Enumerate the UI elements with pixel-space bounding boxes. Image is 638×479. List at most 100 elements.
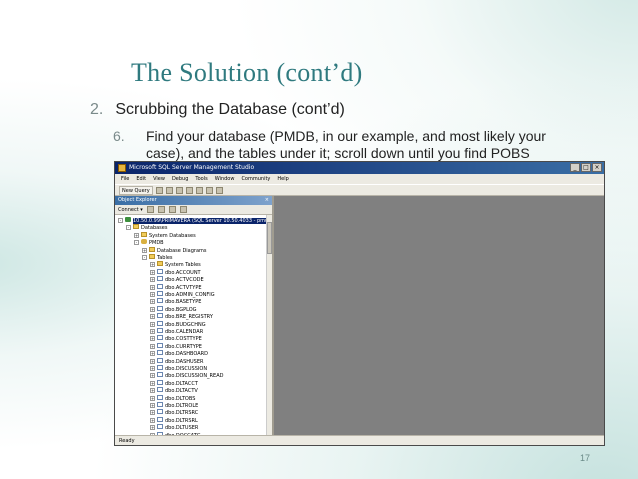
expand-icon[interactable]: + [150, 329, 155, 334]
tree-node[interactable]: - PMDB [134, 239, 164, 246]
collapse-icon[interactable]: - [118, 218, 123, 223]
close-icon[interactable]: × [265, 196, 269, 205]
tree-node-label: dbo.ADMIN_CONFIG [165, 292, 215, 298]
tree-node[interactable]: + dbo.ACCOUNT [150, 268, 201, 276]
tree-node[interactable]: + dbo.DLTACTV [150, 387, 198, 394]
toolbar-icon[interactable] [165, 186, 173, 194]
close-icon[interactable]: × [592, 163, 602, 172]
tree-node[interactable]: + dbo.ADMIN_CONFIG [150, 291, 215, 298]
tree-node[interactable]: + dbo.BUDGCHNG [150, 320, 206, 328]
table-icon [157, 342, 163, 348]
menu-item[interactable]: Tools [195, 174, 207, 184]
expand-icon[interactable]: + [150, 299, 155, 305]
expand-icon[interactable]: + [150, 284, 155, 290]
toolbar-icon[interactable] [205, 186, 213, 194]
toolbar-icon[interactable] [157, 206, 165, 213]
connect-button[interactable]: Connect ▾ [118, 205, 143, 215]
table-icon [157, 357, 163, 363]
expand-icon[interactable]: + [150, 410, 155, 416]
menu-item[interactable]: Debug [172, 174, 188, 184]
expand-icon[interactable]: + [150, 351, 155, 357]
expand-icon[interactable]: + [150, 262, 155, 268]
tree-node[interactable]: + dbo.ACTVCODE [150, 276, 204, 283]
object-explorer-panel: Object Explorer × Connect ▾ -10.50.0.99\… [115, 196, 274, 437]
expand-icon[interactable]: + [150, 373, 155, 379]
toolbar-icon[interactable] [175, 186, 183, 194]
collapse-icon[interactable]: - [142, 255, 147, 260]
tree-node[interactable]: + dbo.BRE_REGISTRY [150, 313, 213, 320]
tree-node[interactable]: + dbo.DASHUSER [150, 357, 204, 365]
tree-node[interactable]: - Databases [126, 224, 167, 231]
minimize-icon[interactable]: _ [570, 163, 580, 172]
expand-icon[interactable]: + [150, 306, 155, 312]
menu-item[interactable]: Window [215, 174, 235, 184]
expand-icon[interactable]: + [150, 269, 155, 275]
expand-icon[interactable]: + [150, 403, 155, 408]
tree-node[interactable]: + dbo.DASHBOARD [150, 350, 208, 357]
toolbar-icon[interactable] [195, 186, 203, 194]
expand-icon[interactable]: + [150, 417, 155, 423]
tree-node[interactable]: + System Databases [134, 231, 196, 239]
tree-node[interactable]: + dbo.BGPLOG [150, 305, 197, 313]
menu-item[interactable]: File [121, 174, 129, 184]
expand-icon[interactable]: + [150, 380, 155, 386]
tree-node[interactable]: + dbo.DLTRSRL [150, 416, 198, 424]
tree-node[interactable]: + System Tables [150, 261, 201, 268]
table-icon [157, 372, 163, 378]
tree-node[interactable]: - Tables [142, 254, 173, 261]
tree-node[interactable]: + dbo.DISCUSSION [150, 365, 207, 372]
tree-node[interactable]: + dbo.BASETYPE [150, 298, 201, 305]
table-icon [157, 291, 163, 296]
expand-icon[interactable]: + [150, 358, 155, 364]
menu-item[interactable]: Edit [136, 174, 146, 184]
object-explorer-toolbar: Connect ▾ [115, 205, 272, 215]
menu-item[interactable]: Help [277, 174, 288, 184]
menu-item[interactable]: View [153, 174, 165, 184]
tree-node[interactable]: - 10.50.0.99\PRIMAVERA (SQL Server 10.50.… [118, 217, 272, 224]
collapse-icon[interactable]: - [134, 240, 139, 246]
tree-node-label: dbo.DLTOBS [165, 395, 196, 402]
vertical-scrollbar[interactable] [266, 215, 272, 437]
toolbar: New Query [115, 184, 604, 196]
tree-node-label: dbo.CURRTYPE [165, 343, 202, 350]
save-icon[interactable] [185, 186, 193, 194]
tree-node[interactable]: + dbo.CURRTYPE [150, 342, 202, 350]
tree-node[interactable]: + dbo.DLTOBS [150, 394, 196, 402]
tree-node[interactable]: + dbo.DLTUSER [150, 424, 198, 431]
toolbar-icon[interactable] [215, 186, 223, 194]
expand-icon[interactable]: + [150, 395, 155, 401]
toolbar-icon[interactable] [155, 186, 163, 194]
new-query-button[interactable]: New Query [119, 185, 153, 195]
expand-icon[interactable]: + [150, 277, 155, 283]
expand-icon[interactable]: + [134, 232, 139, 238]
server-icon [125, 217, 131, 222]
table-icon [157, 328, 163, 333]
expand-icon[interactable]: + [150, 366, 155, 371]
scrollbar-thumb[interactable] [267, 222, 272, 254]
tree-node[interactable]: + dbo.DLTRSRC [150, 409, 198, 416]
tree-node[interactable]: + Database Diagrams [142, 246, 207, 254]
tree-node-label: dbo.BASETYPE [165, 299, 202, 306]
expand-icon[interactable]: + [150, 425, 155, 431]
expand-icon[interactable]: + [142, 247, 147, 253]
collapse-icon[interactable]: - [126, 225, 131, 231]
table-icon [157, 268, 163, 274]
tree-node[interactable]: + dbo.DISCUSSION_READ [150, 372, 223, 379]
expand-icon[interactable]: + [150, 314, 155, 320]
maximize-icon[interactable]: □ [581, 163, 591, 172]
table-icon [157, 416, 163, 422]
refresh-icon[interactable] [179, 206, 187, 213]
toolbar-icon[interactable] [146, 206, 154, 213]
menu-item[interactable]: Community [241, 174, 270, 184]
tree-node[interactable]: + dbo.DLTROLE [150, 402, 198, 409]
tree-node[interactable]: + dbo.COSTTYPE [150, 335, 202, 342]
expand-icon[interactable]: + [150, 292, 155, 297]
expand-icon[interactable]: + [150, 388, 155, 394]
expand-icon[interactable]: + [150, 343, 155, 349]
tree-node[interactable]: + dbo.ACTVTYPE [150, 283, 202, 291]
tree-node[interactable]: + dbo.CALENDAR [150, 328, 203, 335]
tree-node[interactable]: + dbo.DLTACCT [150, 379, 198, 387]
filter-icon[interactable] [168, 206, 176, 213]
expand-icon[interactable]: + [150, 336, 155, 342]
expand-icon[interactable]: + [150, 321, 155, 327]
